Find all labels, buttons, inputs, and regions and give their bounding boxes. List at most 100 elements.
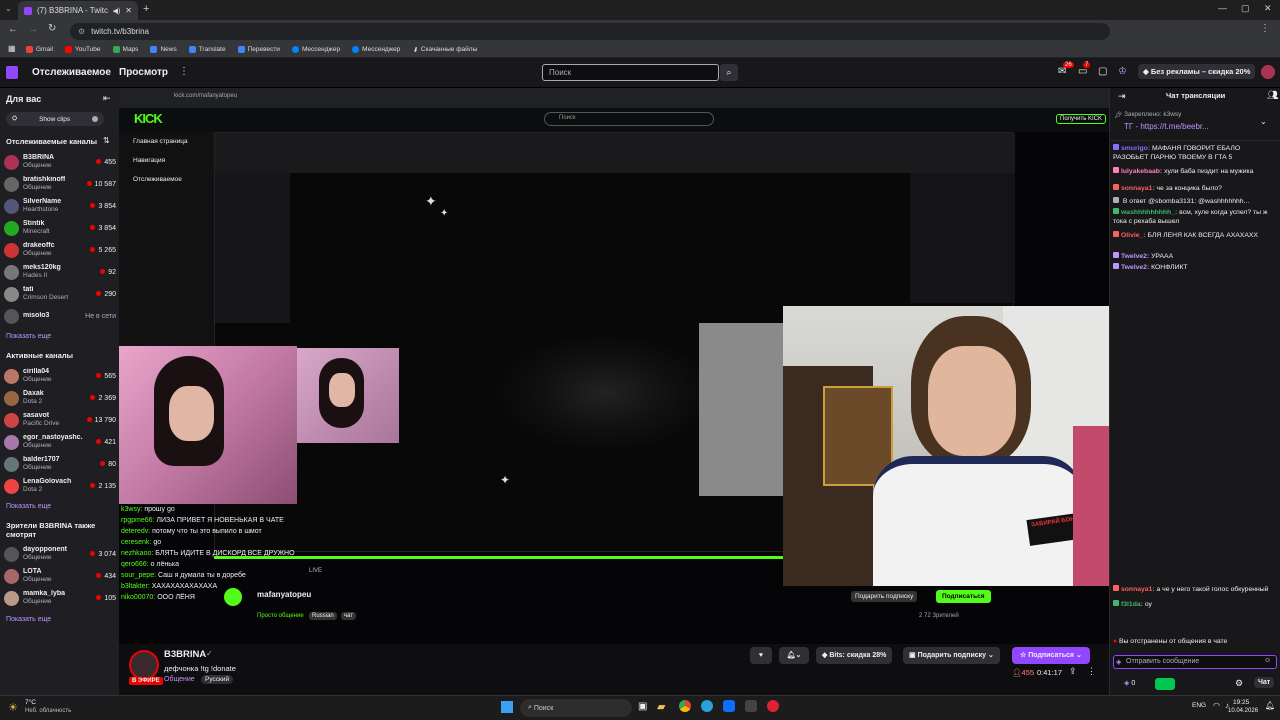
sidebar-channel[interactable]: misolo3 Не в сети [4,305,116,327]
chat-username[interactable]: f3l1da: [1121,601,1143,608]
sidebar-channel[interactable]: mamka_lyba Общение 105 [4,587,116,609]
emote-picker-icon[interactable]: ☺ [1264,657,1271,664]
pinned-link[interactable]: ТГ - https://t.me/beebr... [1124,122,1209,131]
sort-icon[interactable]: ⇅ [103,136,110,145]
sidebar-channel[interactable]: SilverName Hearthstone 3 854 [4,195,116,217]
sidebar-channel[interactable]: meks120kg Hades II 92 [4,261,116,283]
sidebar-channel[interactable]: sasavot Pacific Drive 13 790 [4,409,116,431]
bookmark-youtube[interactable]: YouTube [64,46,101,53]
prime-promo-button[interactable]: ◆ Без рекламы – скидка 20% [1138,64,1256,79]
gift-sub-button[interactable]: ▣ Подарить подписку ⌄ [903,647,1000,664]
browser-tab[interactable]: (7) B3BRINA - Twitch ◀) ✕ [18,1,138,20]
chat-username[interactable]: Twelve2: [1121,253,1149,260]
chat-settings-icon[interactable]: ⚙ [1235,678,1243,689]
notifications-bell-button[interactable]: 🔔︎⌄ [779,647,809,664]
collapse-chat-icon[interactable]: ⇥ [1118,91,1126,102]
sidebar-channel[interactable]: LenaGolovach Dota 2 2 135 [4,475,116,497]
language-tag[interactable]: Русский [201,675,234,684]
sidebar-channel[interactable]: Stintik Minecraft 3 854 [4,217,116,239]
nav-following-link[interactable]: Отслеживаемое [32,67,111,78]
search-button[interactable]: ⌕ [720,64,738,81]
reload-icon[interactable]: ↻ [48,23,56,34]
back-arrow-icon[interactable]: ← [8,24,18,35]
task-view-icon[interactable]: ▣ [638,701,647,712]
sidebar-channel[interactable]: B3BRINA Общение 455 [4,151,116,173]
bookmark-messenger-1[interactable]: Мессенджер [291,46,340,53]
sidebar-channel[interactable]: balder1707 Общение 80 [4,453,116,475]
chat-emote-left-icon[interactable]: ◈ [1116,658,1121,666]
site-info-icon[interactable]: ⚙ [78,27,85,36]
bonus-chest-button[interactable] [1155,678,1175,690]
show-clips-toggle[interactable]: ⛭ Show clips [6,112,104,126]
chat-username[interactable]: smurigo: [1121,145,1150,152]
bookmark-messenger-2[interactable]: Мессенджер [352,46,400,53]
tab-close-icon[interactable]: ✕ [125,6,132,15]
wifi-icon[interactable]: ◠ [1213,701,1220,710]
sidebar-channel[interactable]: dayopponent Общение 3 074 [4,543,116,565]
language-indicator[interactable]: ENG [1192,702,1206,709]
telegram-icon[interactable] [701,700,713,712]
bookmark-maps[interactable]: Maps [112,46,138,53]
channel-name[interactable]: B3BRINA [164,649,206,660]
apps-grid-icon[interactable]: ▦ [8,44,16,53]
more-menu-icon[interactable]: ⋮ [179,66,189,77]
sidebar-channel[interactable]: cirilla04 Общение 565 [4,365,116,387]
bits-button[interactable]: ◆ Bits: скидка 28% [816,647,893,664]
sidebar-channel[interactable]: drakeoffc Общение 5 265 [4,239,116,261]
notification-bell-icon[interactable]: 🔔︎ [1265,701,1275,710]
show-more-also[interactable]: Показать еще [6,616,51,623]
taskbar-search[interactable]: ⌕ Поиск [520,699,632,717]
stream-category[interactable]: Общение [164,676,195,683]
bookmark-downloads[interactable]: ⬇ Скачанные файлы [412,46,477,54]
subscribe-button[interactable]: ☆ Подписаться ⌄ [1012,647,1090,664]
tab-audio-icon[interactable]: ◀) [113,7,121,15]
bookmark-perevesti[interactable]: Перевести [237,46,280,53]
vscode-icon[interactable] [723,700,735,712]
chat-username[interactable]: sonnaya1: [1121,185,1155,192]
whispers-icon[interactable]: ▢ [1098,66,1107,77]
chevron-down-icon[interactable]: ⌄ [1260,117,1267,126]
bookmark-news[interactable]: News [150,46,177,53]
minimize-button[interactable]: — [1218,3,1227,13]
more-options-icon[interactable]: ⋮ [1087,666,1096,677]
sidebar-channel[interactable]: egor_nastoyashc... Общение 421 [4,431,116,453]
video-player[interactable]: kick.com/mafanyatopeu KICK Поиск Получит… [119,88,1109,644]
chat-send-button[interactable]: Чат [1254,677,1275,688]
nav-browse-link[interactable]: Просмотр [119,67,168,78]
forward-arrow-icon[interactable]: → [28,24,38,35]
chat-username[interactable]: Twelve2: [1121,264,1149,271]
new-tab-button[interactable]: + [143,3,149,15]
sidebar-channel[interactable]: tati Crimson Desert 290 [4,283,116,305]
windows-start-icon[interactable] [501,701,513,713]
sidebar-channel[interactable]: bratishkinoff Общение 10 587 [4,173,116,195]
weather-icon[interactable]: ☀ [8,701,18,714]
bookmark-translate[interactable]: Translate [188,46,226,53]
collapse-sidebar-icon[interactable]: ⇤ [103,93,111,104]
follow-heart-button[interactable]: ♥ [750,647,772,664]
channel-avatar[interactable] [129,650,159,680]
share-icon[interactable]: ⇪ [1069,666,1077,677]
twitch-logo-icon[interactable] [6,66,18,79]
file-explorer-icon[interactable]: ▰ [657,700,665,713]
browser-menu-icon[interactable]: ⋮ [1260,23,1270,34]
chat-username[interactable]: sonnaya1: [1121,586,1155,593]
show-more-followed[interactable]: Показать еще [6,333,51,340]
chat-username[interactable]: lulyakebaab: [1121,168,1162,175]
chat-input[interactable]: Отправить сообщение ◈ ☺ [1113,655,1277,669]
channel-points[interactable]: ◈ 0 [1124,679,1135,687]
sidebar-channel[interactable]: LOTA Общение 434 [4,565,116,587]
maximize-button[interactable]: ▢ [1241,3,1250,14]
obs-icon[interactable] [767,700,779,712]
show-more-active[interactable]: Показать еще [6,503,51,510]
bookmark-gmail[interactable]: Gmail [26,46,53,53]
close-window-button[interactable]: ✕ [1264,3,1272,14]
user-avatar[interactable] [1261,65,1275,79]
tab-list-icon[interactable]: ⌄ [5,4,12,13]
clock-date[interactable]: 10.04.2026 [1228,708,1258,714]
search-input[interactable]: Поиск [542,64,719,81]
omnibox[interactable]: ⚙ twitch.tv/b3brina [70,23,1110,40]
chat-username[interactable]: washhhhhhhhh_: [1121,209,1177,216]
crown-icon[interactable]: ♔ [1118,66,1127,77]
app-icon[interactable] [745,700,757,712]
chrome-icon[interactable] [679,700,691,712]
